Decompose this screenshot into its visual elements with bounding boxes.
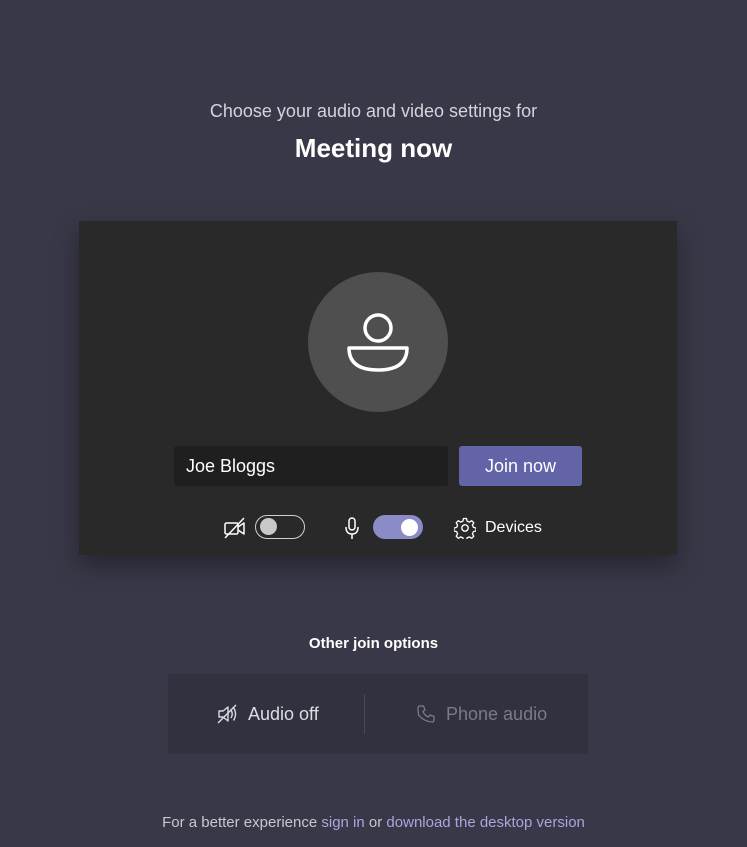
meeting-title: Meeting now	[294, 133, 453, 163]
speaker-off-icon	[217, 704, 237, 724]
gear-icon[interactable]	[454, 517, 476, 539]
camera-toggle[interactable]	[255, 515, 305, 539]
footer-middle: or	[364, 814, 387, 831]
download-desktop-link[interactable]: download the desktop version	[386, 814, 584, 831]
other-join-options-title: Other join options	[308, 635, 439, 652]
prejoin-screen: Choose your audio and video settings for…	[0, 0, 747, 847]
audio-off-button[interactable]: Audio off	[216, 674, 319, 754]
microphone-icon[interactable]	[343, 516, 361, 540]
settings-subtitle: Choose your audio and video settings for	[209, 101, 538, 121]
video-preview-card: Join now Devices	[79, 221, 677, 555]
footer-text: For a better experience sign in or downl…	[0, 814, 747, 831]
phone-audio-button[interactable]: Phone audio	[416, 674, 547, 754]
devices-button[interactable]: Devices	[485, 519, 542, 537]
name-input[interactable]	[174, 446, 448, 486]
phone-audio-label: Phone audio	[446, 703, 548, 724]
audio-off-label: Audio off	[248, 703, 319, 724]
person-icon	[347, 313, 409, 372]
join-now-button[interactable]: Join now	[459, 446, 582, 486]
footer-prefix: For a better experience	[162, 814, 322, 831]
camera-off-icon[interactable]	[223, 517, 247, 539]
options-divider	[364, 694, 365, 734]
toggle-knob	[401, 518, 418, 536]
microphone-toggle[interactable]	[373, 515, 423, 539]
device-controls: Devices	[79, 513, 677, 543]
avatar	[308, 272, 448, 412]
other-join-options-panel: Audio off Phone audio	[168, 674, 588, 754]
sign-in-link[interactable]: sign in	[321, 814, 364, 831]
toggle-knob	[260, 518, 277, 535]
phone-icon	[417, 705, 435, 723]
